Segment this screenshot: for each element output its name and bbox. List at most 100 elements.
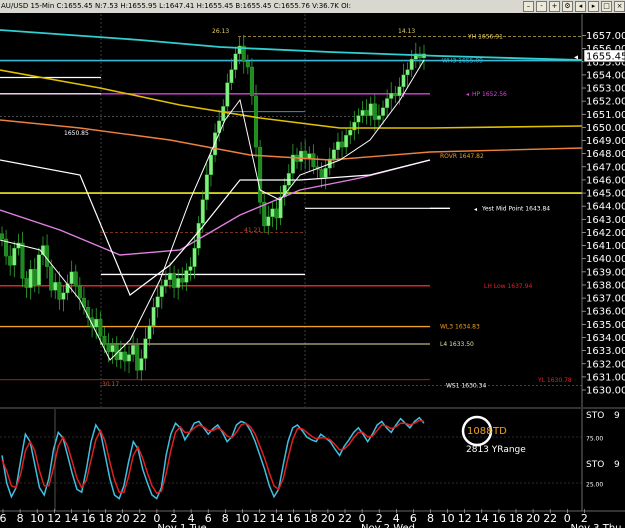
candle-body xyxy=(233,53,238,70)
candle-body xyxy=(331,149,336,160)
candle-body xyxy=(323,167,328,178)
time-tick-label: 20 xyxy=(116,512,130,525)
candle-body xyxy=(167,272,172,280)
level-label: ROVR 1647.82 xyxy=(440,153,484,160)
level-label: YL 1630.78 xyxy=(537,377,572,384)
candle-body xyxy=(192,248,197,267)
time-tick-label: 14 xyxy=(64,512,78,525)
price-tick-label: 1651.00 xyxy=(586,110,625,121)
candle-body xyxy=(61,292,66,300)
level-label: L4 1633.50 xyxy=(440,341,474,348)
stoch-tick-label: 25.00 xyxy=(586,482,603,489)
candle-body xyxy=(176,278,181,288)
candle-body xyxy=(135,345,140,371)
time-tick-label: 12 xyxy=(47,512,61,525)
last-price-arrow-icon: ◂ xyxy=(574,52,578,61)
candle-body xyxy=(110,345,115,353)
candle-body xyxy=(45,245,50,267)
price-tick-label: 1649.00 xyxy=(586,136,625,147)
time-tick-label: 10 xyxy=(441,512,455,525)
day-label: Nov 2 Wed xyxy=(361,523,415,528)
time-tick-label: 14 xyxy=(270,512,284,525)
candle-body xyxy=(208,154,213,175)
time-tick-label: 20 xyxy=(526,512,540,525)
stoch-value-label: 9 xyxy=(614,460,620,470)
time-tick-label: 8 xyxy=(17,512,24,525)
time-tick-label: 20 xyxy=(321,512,335,525)
price-tick-label: 1636.00 xyxy=(586,307,625,318)
price-tick-label: 1648.00 xyxy=(586,149,625,160)
candle-body xyxy=(98,318,103,337)
candle-body xyxy=(32,269,37,286)
candle-body xyxy=(106,343,111,353)
candle-body xyxy=(49,266,54,291)
level-label: WH3 1655.09 xyxy=(442,58,483,65)
candle-body xyxy=(299,150,304,162)
time-tick-label: 16 xyxy=(492,512,506,525)
candle-body xyxy=(196,223,201,249)
stoch-tick-label: 75.00 xyxy=(586,436,603,443)
price-tick-label: 1632.00 xyxy=(586,359,625,370)
price-tick-label: 1653.00 xyxy=(586,84,625,95)
candle-body xyxy=(385,98,390,108)
time-tick-label: 8 xyxy=(222,512,229,525)
level-label: HP 1652.56 xyxy=(472,91,507,98)
candle-body xyxy=(77,286,82,299)
price-tick-label: 1642.00 xyxy=(586,228,625,239)
price-tick-label: 1646.00 xyxy=(586,175,625,186)
price-tick-label: 1635.00 xyxy=(586,320,625,331)
candle-body xyxy=(344,135,349,148)
candle-body xyxy=(204,174,209,200)
day-label: Nov 1 Tue xyxy=(157,523,206,528)
stoch-title-label: STO xyxy=(586,460,604,470)
candle-body xyxy=(151,307,156,326)
price-tick-label: 1633.00 xyxy=(586,346,625,357)
candle-body xyxy=(360,110,365,116)
candle-body xyxy=(266,216,271,227)
candle-body xyxy=(364,110,369,116)
candle-body xyxy=(340,141,345,148)
candle-body xyxy=(0,233,4,240)
level-label: LH Low 1637.94 xyxy=(484,283,532,290)
level-label: Yest Mid Point 1643.84 xyxy=(481,205,550,212)
time-tick-label: 6 xyxy=(0,512,7,525)
candle-body xyxy=(274,208,279,219)
candle-body xyxy=(376,115,381,120)
time-tick-label: 16 xyxy=(82,512,96,525)
time-tick-label: 18 xyxy=(304,512,318,525)
day-label: Nov 3 Thu xyxy=(570,523,621,528)
price-annotation: 41.21 xyxy=(244,227,261,234)
candle-body xyxy=(20,242,25,279)
overlay-td-label: TD xyxy=(492,426,507,437)
level-label: WS1 1630.34 xyxy=(446,383,486,390)
price-tick-label: 1650.00 xyxy=(586,123,625,134)
time-tick-label: 8 xyxy=(427,512,434,525)
candle-body xyxy=(221,106,226,122)
candle-body xyxy=(102,335,107,345)
time-tick-label: 22 xyxy=(133,512,147,525)
candle-body xyxy=(180,278,185,283)
price-tick-label: 1634.00 xyxy=(586,333,625,344)
time-tick-label: 12 xyxy=(458,512,472,525)
candle-body xyxy=(405,69,410,76)
price-annotation: 1650.85 xyxy=(64,130,89,137)
time-tick-label: 10 xyxy=(30,512,44,525)
price-tick-label: 1647.00 xyxy=(586,162,625,173)
candle-body xyxy=(53,282,58,291)
level-arrow-icon: ◂ xyxy=(466,91,469,98)
price-tick-label: 1631.00 xyxy=(586,372,625,383)
time-tick-label: 22 xyxy=(338,512,352,525)
time-tick-label: 18 xyxy=(99,512,113,525)
price-tick-label: 1638.00 xyxy=(586,280,625,291)
candle-body xyxy=(94,318,99,328)
price-tick-label: 1639.00 xyxy=(586,267,625,278)
price-tick-label: 1630.00 xyxy=(586,386,625,397)
last-price-label: 1655.45 xyxy=(586,51,625,62)
chart-canvas[interactable]: YH 1656.91 WH3 1655.09 HP 1652.56 ROVR 1647… xyxy=(0,0,625,528)
candle-body xyxy=(249,66,254,97)
candle-body xyxy=(28,269,33,288)
candle-body xyxy=(188,266,193,271)
candle-body xyxy=(335,141,340,150)
price-tick-label: 1652.00 xyxy=(586,97,625,108)
candle-body xyxy=(118,351,123,361)
